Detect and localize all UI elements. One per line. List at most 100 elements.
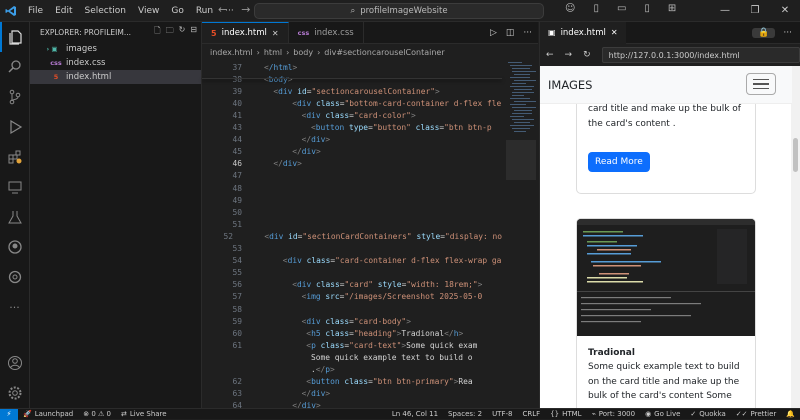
code-line[interactable]: 40 <div class="bottom-card-container d-fl… bbox=[202, 97, 502, 109]
file-tree-item[interactable]: 5 index.html bbox=[30, 70, 201, 84]
tab-preview[interactable]: ▣ index.html ✕ bbox=[540, 21, 626, 44]
url-input[interactable]: http://127.0.0.1:3000/index.html bbox=[601, 47, 800, 63]
cursor-position[interactable]: Ln 46, Col 11 bbox=[387, 410, 443, 418]
run-icon[interactable]: ▷ bbox=[490, 28, 497, 38]
minimize-button[interactable]: — bbox=[710, 0, 740, 22]
code-line[interactable]: 37 </html> bbox=[202, 61, 502, 73]
code-line[interactable]: 56 <div class="card" style="width: 18rem;… bbox=[202, 279, 502, 291]
menu-item[interactable]: View bbox=[132, 6, 165, 16]
run-debug-icon[interactable] bbox=[0, 112, 29, 142]
encoding[interactable]: UTF-8 bbox=[487, 410, 517, 418]
collapse-all-icon[interactable]: ⊟ bbox=[190, 25, 197, 39]
navbar-brand[interactable]: IMAGES bbox=[548, 78, 592, 92]
menu-item[interactable]: Run bbox=[190, 6, 219, 16]
code-line[interactable]: 64 </div> bbox=[202, 400, 502, 408]
code-line[interactable]: 43 <button type="button" class="btn btn-p bbox=[202, 122, 502, 134]
tab-index-html[interactable]: 5 index.html ✕ bbox=[202, 22, 289, 43]
indentation[interactable]: Spaces: 2 bbox=[443, 410, 487, 418]
close-button[interactable]: ✕ bbox=[770, 0, 800, 22]
notifications-bell-icon[interactable]: 🔔 bbox=[781, 410, 800, 418]
github-icon[interactable] bbox=[0, 232, 29, 262]
browser-back-icon[interactable]: ← bbox=[546, 50, 554, 60]
code-line[interactable]: 52 <div id="sectionCardContainers" style=… bbox=[202, 230, 502, 242]
tab-index-css[interactable]: css index.css bbox=[289, 22, 364, 43]
code-line[interactable]: 55 bbox=[202, 267, 502, 279]
navbar-toggler-button[interactable] bbox=[746, 73, 776, 95]
code-line[interactable]: 58 bbox=[202, 303, 502, 315]
source-control-icon[interactable] bbox=[0, 82, 29, 112]
chatgpt-icon[interactable] bbox=[0, 262, 29, 292]
prettier-item[interactable]: ✓✓ Prettier bbox=[731, 410, 781, 418]
code-line[interactable]: 49 bbox=[202, 194, 502, 206]
end-of-line[interactable]: CRLF bbox=[517, 410, 545, 418]
scrollbar-thumb[interactable] bbox=[793, 138, 798, 172]
code-line[interactable]: 45 </div> bbox=[202, 146, 502, 158]
split-editor-icon[interactable]: ◫ bbox=[506, 28, 515, 38]
liveshare-item[interactable]: ⇄ Live Share bbox=[116, 410, 172, 418]
restore-button[interactable]: ❐ bbox=[740, 0, 770, 22]
code-line[interactable]: 59 <div class="card-body"> bbox=[202, 315, 502, 327]
close-tab-icon[interactable]: ✕ bbox=[272, 29, 279, 38]
new-file-icon[interactable]: 🗋 bbox=[154, 25, 160, 39]
extensions-icon[interactable] bbox=[0, 142, 29, 172]
language-mode[interactable]: {} HTML bbox=[545, 410, 586, 418]
breadcrumb-item[interactable]: html bbox=[264, 48, 282, 57]
minimap[interactable] bbox=[504, 60, 538, 240]
layout-sidebar-icon[interactable]: ▯ bbox=[593, 3, 599, 14]
preview-more-icon[interactable]: ··· bbox=[775, 28, 800, 38]
code-line[interactable]: 54 <div class="card-container d-flex flex… bbox=[202, 255, 502, 267]
refresh-icon[interactable]: ↻ bbox=[179, 25, 186, 39]
code-line[interactable]: 60 <h5 class="heading">Tradional</h> bbox=[202, 327, 502, 339]
close-preview-icon[interactable]: ✕ bbox=[611, 28, 618, 37]
settings-gear-icon[interactable] bbox=[0, 378, 30, 408]
explorer-icon[interactable] bbox=[0, 22, 29, 52]
command-center-search[interactable]: ⌕ profileImageWebsite bbox=[254, 3, 544, 19]
code-line[interactable]: 61 <p class="card-text">Some quick exam bbox=[202, 339, 502, 351]
file-tree-item[interactable]: › ▣ images bbox=[30, 42, 201, 56]
browser-forward-icon[interactable]: → bbox=[565, 50, 573, 60]
breadcrumb-item[interactable]: index.html bbox=[210, 48, 253, 57]
problems-item[interactable]: ⊗ 0 ⚠ 0 bbox=[78, 410, 116, 418]
file-tree-item[interactable]: css index.css bbox=[30, 56, 201, 70]
code-line[interactable]: Some quick example text to build o bbox=[202, 351, 502, 363]
code-line[interactable]: 44 </div> bbox=[202, 134, 502, 146]
go-live-item[interactable]: ◉ Go Live bbox=[640, 410, 685, 418]
more-icon[interactable]: ··· bbox=[0, 292, 29, 322]
code-line[interactable]: 51 bbox=[202, 218, 502, 230]
layout-panel-icon[interactable]: ▭ bbox=[617, 3, 626, 14]
back-arrow-icon[interactable]: ← bbox=[218, 3, 227, 16]
code-line[interactable]: 41 <div class="card-color"> bbox=[202, 109, 502, 121]
breadcrumb-item[interactable]: body bbox=[293, 48, 313, 57]
code-line[interactable]: 38 <body> bbox=[202, 73, 502, 85]
new-folder-icon[interactable]: 🗀 bbox=[166, 25, 174, 39]
menu-item[interactable]: Edit bbox=[49, 6, 78, 16]
code-line[interactable]: 39 <div id="sectioncarouselContainer"> bbox=[202, 85, 502, 97]
testing-icon[interactable] bbox=[0, 202, 29, 232]
more-actions-icon[interactable]: ··· bbox=[523, 28, 532, 38]
launchpad-item[interactable]: 🚀 Launchpad bbox=[18, 410, 78, 418]
lock-icon[interactable]: 🔒 bbox=[752, 27, 776, 38]
read-more-button[interactable]: Read More bbox=[588, 152, 650, 172]
account-icon[interactable] bbox=[0, 348, 30, 378]
code-editor[interactable]: 37 </html> 38 <body> 39 <div id="sectioncarou… bbox=[202, 60, 538, 409]
breadcrumb-item[interactable]: div#sectioncarouselContainer bbox=[324, 48, 444, 57]
code-line[interactable]: 53 bbox=[202, 243, 502, 255]
code-line[interactable]: 50 bbox=[202, 206, 502, 218]
forward-arrow-icon[interactable]: → bbox=[241, 3, 250, 16]
page-scrollbar[interactable] bbox=[791, 66, 800, 408]
code-line[interactable]: 63 </div> bbox=[202, 388, 502, 400]
menu-item[interactable]: Selection bbox=[79, 6, 132, 16]
layout-secondary-icon[interactable]: ▯ bbox=[644, 3, 650, 14]
search-view-icon[interactable] bbox=[0, 52, 29, 82]
code-line[interactable]: 57 <img src="/images/Screenshot 2025-05-0 bbox=[202, 291, 502, 303]
code-line[interactable]: 46 </div> bbox=[202, 158, 502, 170]
menu-item[interactable]: Go bbox=[165, 6, 189, 16]
quokka-item[interactable]: ✓ Quokka bbox=[685, 410, 730, 418]
customize-layout-icon[interactable]: ⊞ bbox=[668, 3, 676, 14]
port-item[interactable]: ⌁ Port: 3000 bbox=[587, 410, 641, 418]
remote-explorer-icon[interactable] bbox=[0, 172, 29, 202]
code-line[interactable]: 47 bbox=[202, 170, 502, 182]
copilot-icon[interactable]: ☺ bbox=[565, 3, 575, 14]
remote-indicator[interactable]: ⚡ bbox=[0, 408, 18, 420]
browser-reload-icon[interactable]: ↻ bbox=[583, 50, 591, 60]
